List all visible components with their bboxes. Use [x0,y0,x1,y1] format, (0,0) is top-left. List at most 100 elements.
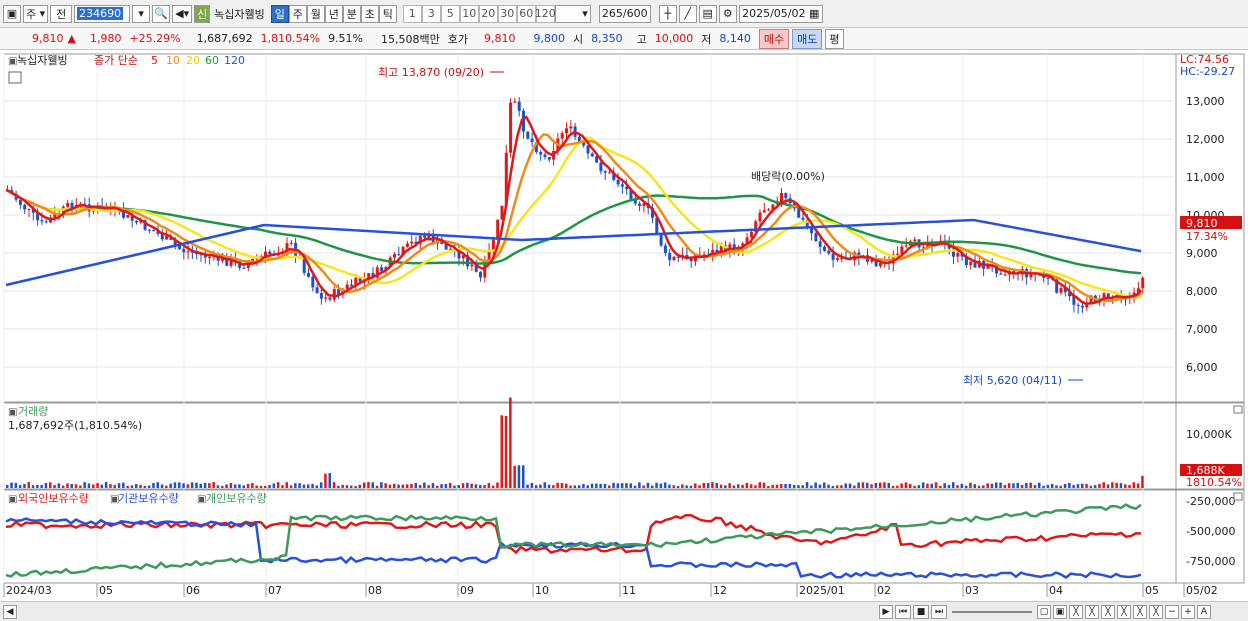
code-dropdown-icon[interactable]: ▾ [132,4,151,23]
line-tool-icon[interactable]: ╱ [678,4,697,23]
holding-legend-icon: ▣ [8,494,17,505]
period-tab-4[interactable]: 분 [342,4,361,23]
volume-bar [724,485,727,488]
volume-bar [689,485,693,488]
chart-area[interactable]: ▣ 녹십자웰빙 종가 단순 5 10 20 60 120 LC:74.56 HC… [0,51,1248,601]
volume-bar [547,484,551,488]
volume-bar [1081,483,1084,488]
minute-unit-2[interactable]: 5 [440,4,460,23]
volume-bar [668,484,671,488]
volume-bar [904,482,908,488]
minute-unit-0[interactable]: 1 [402,4,422,23]
date-input[interactable]: 2025/05/02 ▦ [738,4,823,23]
sell-button[interactable]: 매도 [792,28,823,49]
volume-bar [40,485,43,488]
minute-unit-5[interactable]: 30 [497,4,517,23]
minute-unit-3[interactable]: 10 [459,4,479,23]
holding-close-icon[interactable] [1233,492,1243,501]
candle-body [1003,274,1007,276]
volume-bar [57,483,61,488]
minute-unit-4[interactable]: 20 [478,4,498,23]
count-input[interactable]: 265/600 [598,4,651,23]
volume-subtitle: 1,687,692주(1,810.54%) [8,419,142,432]
volume-bar [543,482,546,488]
code-value: 234690 [77,7,124,20]
period-tab-3[interactable]: 년 [324,4,343,23]
tool-6-icon[interactable]: ╳ [1149,604,1163,619]
volume-bar [771,484,774,488]
compare-icon[interactable]: ▣ [1053,604,1067,619]
zoom-in-icon[interactable]: + [1181,604,1195,619]
save-icon[interactable]: ▤ [698,4,717,23]
volume-bar [66,483,69,488]
speaker-icon[interactable]: ◀▾ [172,4,193,23]
volume-bar [298,483,301,488]
legend-ma20: 20 [186,54,200,67]
candle-body [324,297,328,299]
volume-bar [397,484,400,488]
volume-bar [530,482,534,488]
volume-bar [414,483,417,488]
tool-1-icon[interactable]: ╳ [1069,604,1083,619]
volume-bar [792,484,796,488]
period-tab-0[interactable]: 일 [270,4,289,23]
auto-scale-icon[interactable]: A [1197,604,1211,619]
last-icon[interactable]: ⏭ [931,604,947,619]
minute-unit-6[interactable]: 60 [516,4,536,23]
stop-icon[interactable]: ■ [913,604,929,619]
volume-bar [891,485,895,488]
volume-bar [986,483,989,488]
candle-body [1081,305,1084,308]
scroll-right-icon[interactable]: ▶ [879,604,893,619]
first-icon[interactable]: ⏮ [895,604,911,619]
candle-type-icon[interactable]: ┼ [658,4,677,23]
period-tab-2[interactable]: 월 [306,4,325,23]
candle-icon[interactable]: ▢ [1037,604,1051,619]
volume-bar [1033,485,1037,488]
zoom-slider[interactable] [952,610,1032,613]
volume-bar [302,484,306,488]
candle-body [393,254,396,258]
candle-body [332,289,336,300]
tool-3-icon[interactable]: ╳ [1101,604,1115,619]
unit-dropdown[interactable]: ▾ [554,4,591,23]
window-icon[interactable]: ▣ [3,4,21,23]
calculator-icon[interactable] [8,71,22,84]
zoom-out-icon[interactable]: − [1165,604,1179,619]
buy-button[interactable]: 매수 [758,28,790,49]
x-axis-label: 02 [877,584,891,597]
scroll-left-icon[interactable]: ◀ [3,604,17,619]
volume-bar [130,485,134,488]
volume-panel [3,402,1245,490]
volume-bar [1111,482,1114,488]
prev-button[interactable]: 전 [50,4,73,23]
minute-unit-7[interactable]: 120 [535,4,556,23]
volume-bar [801,485,804,488]
candle-body [818,241,822,247]
last-price-label: 9,810 [1186,217,1218,230]
tool-2-icon[interactable]: ╳ [1085,604,1099,619]
mode-select[interactable]: 주 ▾ [23,4,49,23]
period-tab-6[interactable]: 틱 [378,4,397,23]
volume-close-icon[interactable] [1233,405,1243,414]
tool-4-icon[interactable]: ╳ [1117,604,1131,619]
scroll-bar[interactable]: ◀ ▶ ⏮ ■ ⏭ ▢ ▣ ╳ ╳ ╳ ╳ ╳ ╳ − + A [0,601,1248,621]
ask-label: 호가 [447,32,468,46]
code-input[interactable]: 234690 [74,4,131,23]
tool-5-icon[interactable]: ╳ [1133,604,1147,619]
minute-unit-1[interactable]: 3 [421,4,441,23]
mode-label: 주 [26,7,37,21]
volume-bar [1055,485,1058,488]
volume-bar [453,485,456,488]
legend-ma10: 10 [166,54,180,67]
gear-icon[interactable]: ⚙ [718,4,737,23]
bid-price: 9,800 [533,32,566,45]
candle-body [147,229,151,231]
volume-bar [1102,482,1105,488]
period-tab-1[interactable]: 주 [288,4,307,23]
x-axis-label: 2024/03 [6,584,52,597]
period-tab-5[interactable]: 초 [360,4,379,23]
search-icon[interactable]: 🔍 [152,4,171,23]
eval-button[interactable]: 평 [825,28,844,49]
volume-bar [1046,484,1050,488]
